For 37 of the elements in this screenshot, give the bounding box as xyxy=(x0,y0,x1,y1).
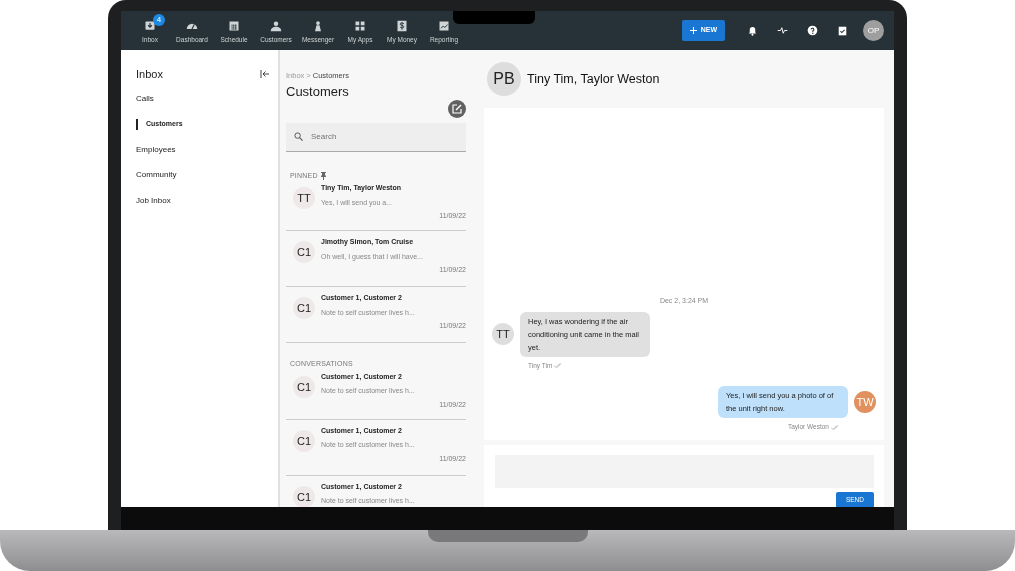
grid-icon xyxy=(354,20,366,33)
bell-icon[interactable] xyxy=(746,25,758,36)
pulse-icon[interactable] xyxy=(776,25,788,36)
count-badge: 4 xyxy=(153,14,165,27)
chat-title: Tiny Tim, Taylor Weston xyxy=(527,70,660,88)
search-box[interactable]: Search xyxy=(286,122,466,152)
compose-button[interactable] xyxy=(448,99,466,118)
sidebar-item[interactable]: Job Inbox xyxy=(136,188,270,214)
avatar: TT xyxy=(293,187,315,210)
avatar: C1 xyxy=(293,485,315,507)
inbox-tray-icon xyxy=(144,20,156,33)
search-icon xyxy=(294,132,303,142)
dollar-icon xyxy=(396,20,408,33)
panel-title: Customers xyxy=(286,83,350,102)
sidebar-title: Inbox xyxy=(136,67,163,82)
avatar: C1 xyxy=(293,429,315,452)
person-icon xyxy=(312,20,324,33)
collapse-icon[interactable] xyxy=(260,70,270,79)
double-check-icon xyxy=(831,424,840,430)
avatar: C1 xyxy=(293,297,315,320)
edit-icon xyxy=(452,103,462,114)
avatar: TT xyxy=(492,323,514,345)
avatar: C1 xyxy=(293,375,315,398)
sidebar-item[interactable]: Calls xyxy=(136,86,270,112)
help-icon[interactable] xyxy=(806,25,818,36)
avatar: PB xyxy=(487,62,521,96)
double-check-icon xyxy=(554,362,564,368)
calendar-icon xyxy=(228,20,240,33)
person-icon xyxy=(270,20,282,33)
search-field[interactable]: Search xyxy=(309,129,449,144)
chart-icon xyxy=(438,20,450,33)
plus-icon xyxy=(689,27,697,34)
avatar: TW xyxy=(854,391,876,414)
clipboard-check-icon[interactable] xyxy=(836,25,848,36)
sidebar-item[interactable]: Employees xyxy=(136,137,270,163)
sidebar-item[interactable]: Community xyxy=(136,162,270,188)
avatar: C1 xyxy=(293,241,315,264)
